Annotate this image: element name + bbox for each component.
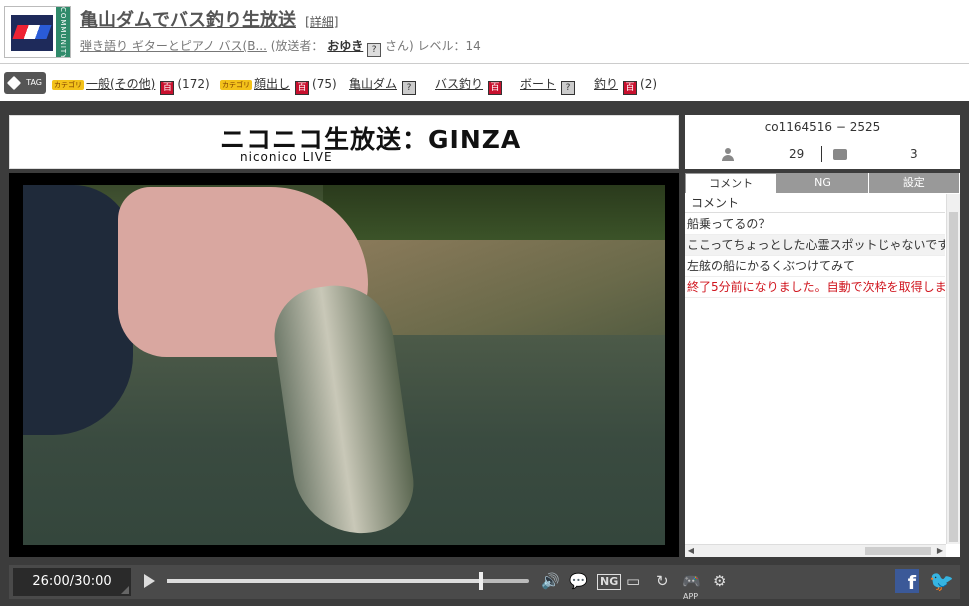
time-display[interactable]: 26:00/30:00 [13,568,131,596]
dictionary-unknown-icon[interactable]: ? [402,81,417,95]
tag-item: バス釣り百 [435,75,505,95]
tag-count: (172) [177,77,210,91]
twitter-icon[interactable]: 🐦 [929,569,955,593]
comment-horizontal-scrollbar[interactable]: ◀ ▶ [685,544,946,557]
viewer-count: 29 [789,147,805,161]
comment-row[interactable]: 船乗ってるの？ [685,214,945,235]
play-icon[interactable] [144,574,155,588]
video-scene-sleeve [23,185,133,435]
dictionary-icon[interactable]: 百 [623,81,638,95]
settings-icon[interactable]: ⚙ [713,571,726,591]
community-logo [11,15,53,51]
dictionary-icon[interactable]: 百 [160,81,175,95]
stats-separator [821,146,822,162]
comment-row[interactable]: 左舷の船にかるくぶつけてみて [685,256,945,277]
tag-link[interactable]: 亀山ダム [349,77,397,91]
tag-link[interactable]: 一般(その他) [86,77,155,91]
fullscreen-icon[interactable]: ▭ [626,571,640,591]
tag-link[interactable]: バス釣り [435,77,483,91]
scroll-right-arrow-icon[interactable]: ▶ [934,545,946,557]
comment-count: 3 [910,147,918,161]
tag-link[interactable]: ボート [520,77,556,91]
comment-row[interactable]: ここってちょっとした心霊スポットじゃないですか [685,235,945,256]
dictionary-icon[interactable]: 百 [295,81,310,95]
comment-column-header[interactable]: コメント [685,194,945,213]
volume-icon[interactable]: 🔊 [541,571,560,591]
community-level: レベル：14 [417,39,481,53]
broadcaster-name[interactable]: おゆき [327,39,363,53]
tag-icon: TAG [4,72,46,94]
player-controls: 26:00/30:00 🔊 💬 NG ▭ ↻ 🎮 APP ⚙ f 🐦 [9,565,960,601]
reload-icon[interactable]: ↻ [656,571,669,591]
scrollbar-thumb[interactable] [949,212,958,542]
tag-item: ボート? [520,75,576,95]
tag-link[interactable]: 顔出し [254,77,290,91]
community-strip: COMMUNITY [56,7,70,57]
seek-bar[interactable] [167,572,529,590]
seek-progress [167,579,481,583]
tag-item: カテゴリ 一般(その他) 百 (172) [52,75,210,95]
tag-link[interactable]: 釣り [594,77,618,91]
broadcast-info: 弾き語り ギターとピアノ バス(B... (放送者： おゆき ? さん) レベル… [80,37,481,57]
broadcaster-prefix: (放送者： [270,39,324,53]
tab-comment[interactable]: コメント [685,173,778,193]
category-badge: カテゴリ [220,80,252,90]
stream-info-panel: co1164516 − 2525 29 3 [685,115,960,169]
detail-link[interactable]: [詳細] [305,15,338,29]
ng-icon[interactable]: NG [597,574,622,590]
scroll-left-arrow-icon[interactable]: ◀ [685,545,697,557]
tag-count: (75) [312,77,337,91]
tag-item: 亀山ダム? [349,75,417,95]
banner-sub-logo: niconico LIVE [240,150,333,164]
category-badge: カテゴリ [52,80,84,90]
comment-icon[interactable]: 💬 [569,571,588,591]
app-label: APP [683,592,699,601]
tag-item: 釣り百 (2) [594,75,657,95]
tab-settings[interactable]: 設定 [868,173,960,193]
video-frame[interactable] [23,185,665,545]
seek-handle[interactable] [478,572,483,590]
tab-ng[interactable]: NG [777,173,869,193]
facebook-icon[interactable]: f [895,569,919,594]
tag-bar: TAG カテゴリ 一般(その他) 百 (172) カテゴリ 顔出し百 (75) 亀山ダム?… [0,64,969,101]
title-row: 亀山ダムでバス釣り生放送 [詳細] [80,6,338,32]
comment-list: 船乗ってるの？ ここってちょっとした心霊スポットじゃないですか 左舷の船にかるく… [685,214,945,544]
system-message-row[interactable]: 終了5分前になりました。自動で次枠を取得します [685,277,945,298]
tag-count: (2) [640,77,658,91]
community-thumbnail[interactable]: COMMUNITY [4,6,71,58]
comment-bubble-icon [833,149,847,160]
nico-live-page: COMMUNITY 亀山ダムでバス釣り生放送 [詳細] 弾き語り ギターとピアノ… [0,0,969,606]
dictionary-unknown-icon[interactable]: ? [561,81,576,95]
dictionary-icon[interactable]: 百 [488,81,503,95]
comment-tabs: コメント NG 設定 [685,173,960,193]
header: COMMUNITY 亀山ダムでバス釣り生放送 [詳細] 弾き語り ギターとピアノ… [0,0,969,63]
video-scene-bank [353,240,665,350]
scrollbar-thumb[interactable] [865,547,931,555]
broadcast-title[interactable]: 亀山ダムでバス釣り生放送 [80,10,296,31]
niconico-live-banner[interactable]: ニコニコ生放送：GINZA niconico LIVE [9,115,679,169]
video-player[interactable] [9,173,679,557]
broadcaster-suffix: さん) [384,39,414,53]
player-area: ニコニコ生放送：GINZA niconico LIVE co1164516 − … [0,101,969,606]
person-icon [721,148,735,162]
tag-item: カテゴリ 顔出し百 (75) [220,75,337,95]
comment-panel: コメント NG 設定 コメント 船乗ってるの？ ここってちょっとした心霊スポット… [685,173,960,557]
comment-vertical-scrollbar[interactable] [946,194,960,544]
community-name-link[interactable]: 弾き語り ギターとピアノ バス(B... [80,39,267,53]
user-icon: ? [367,43,382,57]
stream-id: co1164516 − 2525 [764,120,881,134]
